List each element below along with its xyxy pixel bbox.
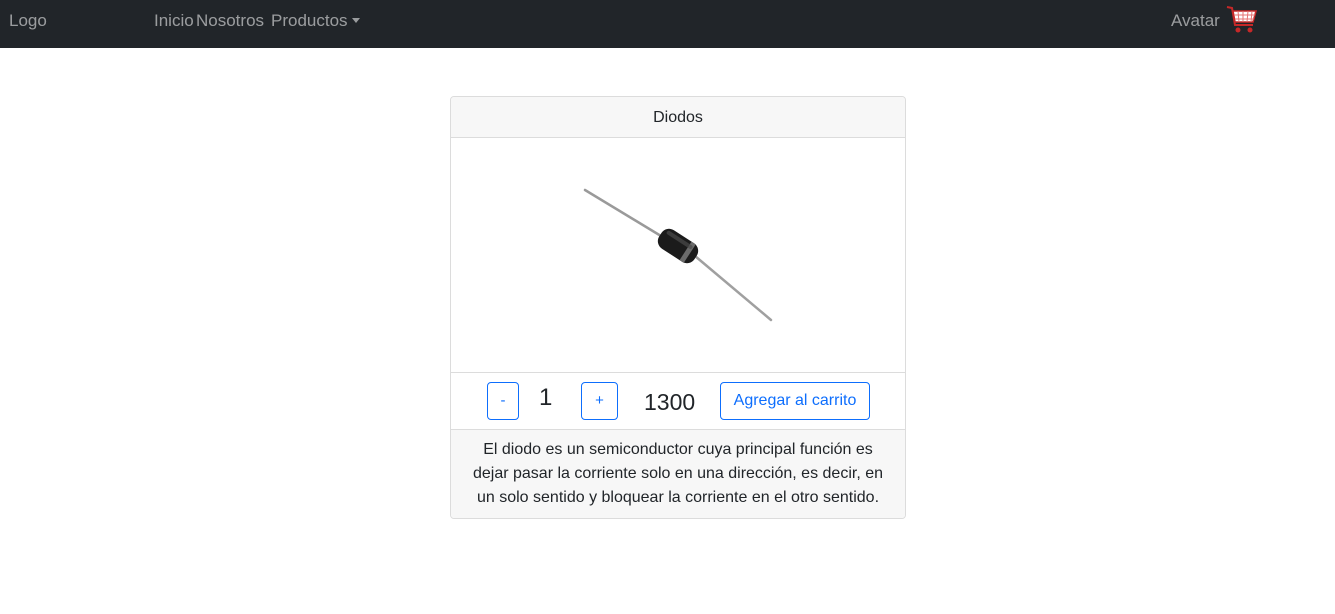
add-to-cart-button[interactable]: Agregar al carrito [720,382,870,420]
increment-button[interactable]: + [581,382,618,420]
nav-dropdown-productos-label: Productos [271,11,348,30]
shopping-cart-icon[interactable] [1226,5,1258,35]
product-price: 1300 [644,389,696,415]
product-description: El diodo es un semiconductor cuya princi… [451,430,905,518]
nav-link-nosotros[interactable]: Nosotros [196,11,264,31]
nav-link-inicio[interactable]: Inicio [154,11,194,31]
caret-down-icon [351,18,360,23]
product-card: Diodos - 1 + 1300 Agregar al carrito El … [450,96,906,519]
diode-image [583,188,773,322]
nav-dropdown-productos[interactable]: Productos [271,11,360,31]
product-title: Diodos [451,97,905,138]
product-controls: - 1 + 1300 Agregar al carrito [451,373,905,430]
product-image-area [451,138,905,373]
top-navbar: Logo Inicio Nosotros Productos Avatar [0,0,1335,48]
avatar[interactable]: Avatar [1171,11,1220,31]
logo[interactable]: Logo [9,11,47,31]
decrement-button[interactable]: - [487,382,519,420]
quantity-value: 1 [539,384,553,411]
